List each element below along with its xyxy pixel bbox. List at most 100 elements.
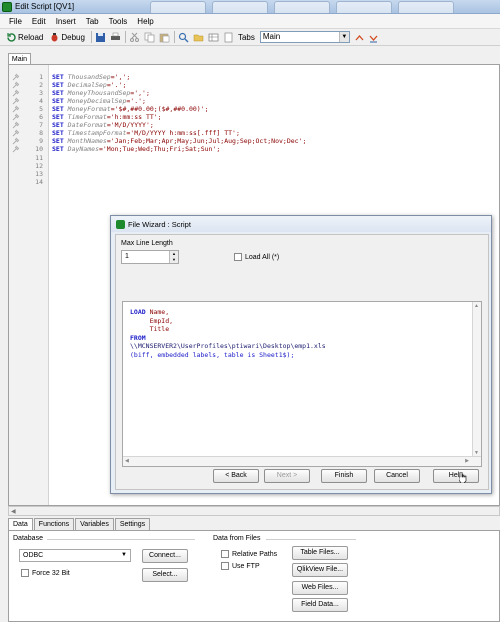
copy-icon[interactable] [144, 32, 155, 43]
bookmark-pin-icon[interactable] [11, 89, 21, 97]
relative-paths-checkbox[interactable]: Relative Paths [221, 550, 277, 558]
select-button[interactable]: Select... [142, 568, 188, 582]
bookmark-pin-icon[interactable] [11, 73, 21, 81]
bookmark-pin-icon[interactable] [11, 97, 21, 105]
reload-button[interactable]: Reload [3, 30, 46, 44]
scroll-right-icon[interactable]: ▶ [465, 458, 469, 464]
max-line-length-input[interactable]: 1 ▲ ▼ [121, 250, 179, 264]
scroll-up-icon[interactable]: ▲ [474, 303, 479, 309]
app-icon [116, 219, 125, 229]
debug-label: Debug [61, 32, 85, 42]
code-line[interactable]: 14 [9, 178, 479, 186]
print-icon[interactable] [110, 32, 121, 43]
menu-insert[interactable]: Insert [51, 17, 81, 26]
bookmark-pin-icon[interactable] [11, 137, 21, 145]
bookmark-pin-icon[interactable] [11, 121, 21, 129]
save-icon[interactable] [95, 32, 106, 43]
spinner-arrows-icon[interactable]: ▲ ▼ [169, 251, 178, 263]
bookmark-pin-icon[interactable] [11, 113, 21, 121]
dialog-title-bar: File Wizard : Script [111, 216, 491, 232]
background-tab[interactable] [150, 1, 206, 13]
menu-tab[interactable]: Tab [81, 17, 104, 26]
background-tab[interactable] [212, 1, 268, 13]
menu-edit[interactable]: Edit [27, 17, 51, 26]
tab-variables[interactable]: Variables [75, 518, 114, 530]
code-line[interactable]: 7 SET DateFormat='M/D/YYYY'; [9, 121, 479, 129]
preview-horizontal-scrollbar[interactable]: ◀ ▶ [123, 456, 481, 466]
finish-button[interactable]: Finish [321, 469, 367, 483]
code-line[interactable]: 2 SET DecimalSep='.'; [9, 81, 479, 89]
code-line[interactable]: 10 SET DayNames='Mon;Tue;Wed;Thu;Fri;Sat;… [9, 145, 479, 153]
scroll-left-icon[interactable]: ◀ [11, 508, 16, 515]
tabs-dropdown[interactable]: Main ▼ [259, 31, 350, 43]
code-line[interactable]: 6 SET TimeFormat='h:mm:ss TT'; [9, 113, 479, 121]
code-value: ='Mon;Tue;Wed;Thu;Fri;Sat;Sun'; [98, 145, 221, 154]
menu-help[interactable]: Help [132, 17, 158, 26]
code-value: ='h:mm:ss TT'; [106, 113, 162, 122]
tab-settings[interactable]: Settings [114, 518, 151, 530]
bookmark-pin-icon[interactable] [11, 81, 21, 89]
bookmark-pin-icon[interactable] [11, 105, 21, 113]
bookmark-pin-icon[interactable] [11, 129, 21, 137]
demote-tab-icon[interactable] [368, 32, 379, 43]
max-line-length-value: 1 [125, 253, 129, 260]
chevron-down-icon[interactable]: ▼ [121, 550, 127, 561]
code-keyword: SET [52, 105, 64, 114]
page-icon[interactable] [223, 32, 234, 43]
checkbox-box[interactable] [21, 569, 29, 577]
reload-label: Reload [18, 32, 44, 42]
code-line[interactable]: 11 [9, 154, 479, 162]
code-line[interactable]: 12 [9, 162, 479, 170]
find-icon[interactable] [178, 32, 189, 43]
field-data-button[interactable]: Field Data... [292, 598, 348, 612]
editor-horizontal-scrollbar[interactable]: ◀ [8, 506, 500, 516]
debug-button[interactable]: Debug [46, 30, 88, 44]
next-button[interactable]: Next > [264, 469, 310, 483]
connect-button[interactable]: Connect... [142, 549, 188, 563]
code-line[interactable]: 5 SET MoneyFormat='$#,##0.00;($#,##0.00)'… [9, 105, 479, 113]
code-line[interactable]: 8 SET TimestampFormat='M/D/YYYY h:mm:ss[.… [9, 129, 479, 137]
tab-functions[interactable]: Functions [33, 518, 75, 530]
database-dropdown[interactable]: ODBC ▼ [19, 549, 131, 562]
code-text: SET ThousandSep=','; [52, 73, 130, 81]
data-panel: Database ODBC ▼ Connect... Force 32 Bit … [8, 530, 500, 622]
background-tab[interactable] [398, 1, 454, 13]
chevron-down-icon[interactable]: ▼ [338, 32, 349, 42]
table-files-button[interactable]: Table Files... [292, 546, 348, 560]
cut-icon[interactable] [129, 32, 140, 43]
paste-icon[interactable] [159, 32, 170, 43]
web-files-button[interactable]: Web Files... [292, 581, 348, 595]
code-line[interactable]: 3 SET MoneyThousandSep=','; [9, 89, 479, 97]
open-folder-icon[interactable] [193, 32, 204, 43]
checkbox-box[interactable] [221, 562, 229, 570]
code-variable: TimeFormat [67, 113, 107, 122]
table-icon[interactable] [208, 32, 219, 43]
force-32-bit-checkbox[interactable]: Force 32 Bit [21, 569, 70, 577]
code-line[interactable]: 1 SET ThousandSep=','; [9, 73, 479, 81]
code-line[interactable]: 13 [9, 170, 479, 178]
bottom-tabs: Data Functions Variables Settings [8, 518, 151, 530]
background-tab[interactable] [336, 1, 392, 13]
help-button[interactable]: Help [433, 469, 479, 483]
code-line[interactable]: 9 SET MonthNames='Jan;Feb;Mar;Apr;May;Jun… [9, 137, 479, 145]
scroll-left-icon[interactable]: ◀ [125, 458, 129, 464]
preview-vertical-scrollbar[interactable]: ▲ ▼ [472, 302, 481, 457]
tab-data[interactable]: Data [8, 518, 33, 530]
bookmark-pin-icon[interactable] [11, 145, 21, 153]
code-value: ='$#,##0.00;($#,##0.00)'; [110, 105, 209, 114]
menu-file[interactable]: File [4, 17, 27, 26]
promote-tab-icon[interactable] [354, 32, 365, 43]
menu-tools[interactable]: Tools [104, 17, 133, 26]
use-ftp-checkbox[interactable]: Use FTP [221, 562, 260, 570]
script-preview[interactable]: LOAD Name, EmpId, Title FROM \\MCNSERVER2\… [122, 301, 482, 467]
background-tab[interactable] [274, 1, 330, 13]
file-wizard-dialog: File Wizard : Script Max Line Length 1 ▲… [110, 215, 492, 494]
code-variable: MoneyThousandSep [67, 89, 131, 98]
cancel-button[interactable]: Cancel [374, 469, 420, 483]
back-button[interactable]: < Back [213, 469, 259, 483]
checkbox-box[interactable] [221, 550, 229, 558]
checkbox-box[interactable] [234, 253, 242, 261]
code-line[interactable]: 4 SET MoneyDecimalSep='.'; [9, 97, 479, 105]
load-all-checkbox[interactable]: Load All (*) [234, 253, 279, 261]
qlikview-file-button[interactable]: QlikView File... [292, 563, 348, 577]
